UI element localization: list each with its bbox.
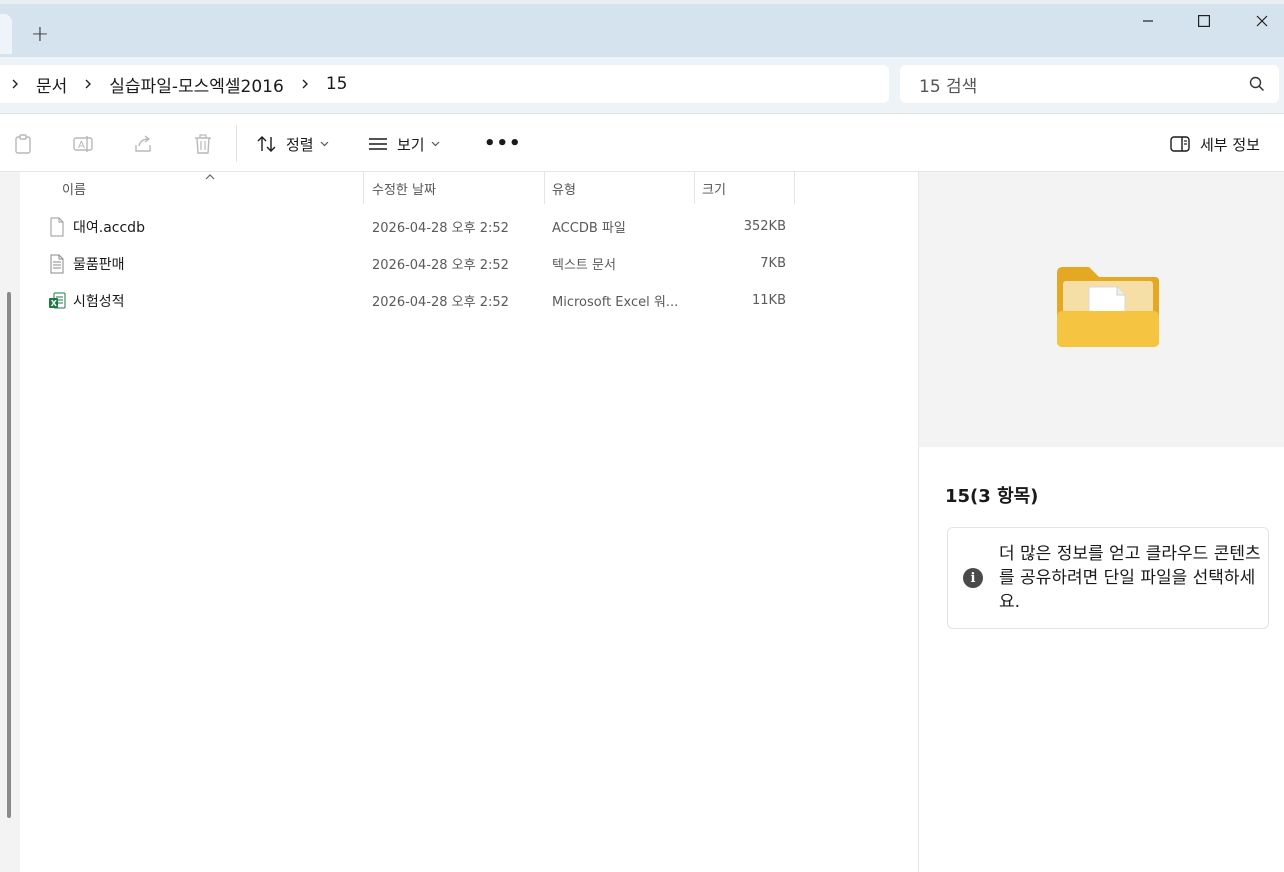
view-list-icon (369, 138, 387, 150)
file-name: 대여.accdb (73, 219, 145, 236)
details-pane-button[interactable]: 세부 정보 (1170, 131, 1260, 157)
chevron-right-icon[interactable] (290, 78, 320, 90)
navigation-pane-edge (0, 172, 20, 872)
new-tab-button[interactable]: + (26, 20, 54, 48)
address-row: 문서 실습파일-모스엑셀2016 15 15 검색 (0, 57, 1284, 114)
excel-file-icon: X (49, 292, 66, 309)
rename-icon[interactable]: A (72, 133, 94, 155)
info-message: i 더 많은 정보를 얻고 클라우드 콘텐츠를 공유하려면 단일 파일을 선택하… (947, 527, 1269, 629)
more-options-button[interactable]: ••• (484, 133, 522, 154)
sort-icon (257, 136, 276, 152)
text-file-icon (50, 254, 64, 274)
file-size: 11KB (752, 293, 786, 308)
search-placeholder: 15 검색 (919, 76, 978, 97)
sort-button[interactable]: 정렬 (256, 131, 329, 157)
minimize-button[interactable] (1126, 6, 1170, 36)
info-icon: i (963, 568, 983, 588)
paste-icon[interactable] (12, 133, 34, 155)
details-title: 15(3 항목) (945, 486, 1039, 507)
breadcrumb-item-practice-files[interactable]: 실습파일-모스엑셀2016 (103, 72, 290, 97)
file-type: ACCDB 파일 (552, 221, 626, 236)
chevron-down-icon (320, 141, 329, 147)
column-header-type-label: 유형 (552, 182, 576, 198)
file-list: 이름 수정한 날짜 유형 크기 대여.accdb 2026-04-28 오후 2… (20, 172, 918, 872)
details-pane: 15(3 항목) i 더 많은 정보를 얻고 클라우드 콘텐츠를 공유하려면 단… (918, 172, 1284, 872)
file-size: 7KB (760, 256, 786, 271)
toolbar-separator (236, 125, 237, 162)
info-text: 더 많은 정보를 얻고 클라우드 콘텐츠를 공유하려면 단일 파일을 선택하세요… (999, 544, 1261, 612)
navigation-scrollbar[interactable] (7, 292, 11, 818)
chevron-right-icon[interactable] (0, 78, 30, 90)
sort-ascending-icon (205, 174, 215, 180)
maximize-icon (1198, 15, 1210, 27)
maximize-button[interactable] (1182, 6, 1226, 36)
close-icon (1256, 15, 1268, 27)
blank-file-icon (50, 217, 64, 237)
column-header-modified[interactable]: 수정한 날짜 (364, 172, 545, 204)
column-header-size-label: 크기 (702, 182, 726, 198)
file-size: 352KB (743, 219, 786, 234)
search-icon[interactable] (1249, 76, 1265, 92)
details-pane-icon (1170, 136, 1190, 152)
minimize-icon (1143, 20, 1153, 22)
file-modified: 2026-04-28 오후 2:52 (372, 258, 509, 273)
file-name: 시험성적 (73, 293, 125, 310)
chevron-down-icon (431, 141, 440, 147)
title-bar: + (0, 0, 1284, 57)
file-modified: 2026-04-28 오후 2:52 (372, 221, 509, 236)
column-header-modified-label: 수정한 날짜 (372, 182, 436, 198)
chevron-right-icon[interactable] (73, 78, 103, 90)
active-tab-edge[interactable] (0, 14, 12, 54)
sort-label: 정렬 (286, 135, 314, 154)
file-type: Microsoft Excel 워... (552, 295, 679, 310)
breadcrumb-item-current[interactable]: 15 (320, 74, 354, 94)
file-row[interactable]: X 시험성적 2026-04-28 오후 2:52 Microsoft Exce… (20, 282, 918, 319)
file-name: 물품판매 (73, 256, 125, 273)
folder-icon (1057, 267, 1159, 347)
column-headers: 이름 수정한 날짜 유형 크기 (20, 172, 918, 204)
command-bar: A 정렬 보기 ••• 세부 정보 (0, 115, 1284, 172)
view-button[interactable]: 보기 (367, 131, 440, 157)
details-label: 세부 정보 (1200, 135, 1260, 154)
preview-area (919, 172, 1284, 447)
file-row[interactable]: 대여.accdb 2026-04-28 오후 2:52 ACCDB 파일 352… (20, 208, 918, 245)
file-modified: 2026-04-28 오후 2:52 (372, 295, 509, 310)
delete-icon[interactable] (192, 133, 214, 155)
share-icon[interactable] (132, 133, 154, 155)
breadcrumb[interactable]: 문서 실습파일-모스엑셀2016 15 (0, 65, 889, 103)
column-header-name-label: 이름 (62, 182, 86, 198)
view-label: 보기 (397, 135, 425, 154)
column-header-size[interactable]: 크기 (694, 172, 795, 204)
search-input[interactable]: 15 검색 (900, 65, 1279, 103)
svg-text:X: X (51, 299, 58, 308)
breadcrumb-item-documents[interactable]: 문서 (30, 72, 73, 97)
title-top-strip (0, 0, 1284, 4)
close-button[interactable] (1240, 6, 1284, 36)
file-row[interactable]: 물품판매 2026-04-28 오후 2:52 텍스트 문서 7KB (20, 245, 918, 282)
svg-text:A: A (78, 140, 85, 151)
file-type: 텍스트 문서 (552, 258, 616, 273)
column-header-type[interactable]: 유형 (544, 172, 695, 204)
